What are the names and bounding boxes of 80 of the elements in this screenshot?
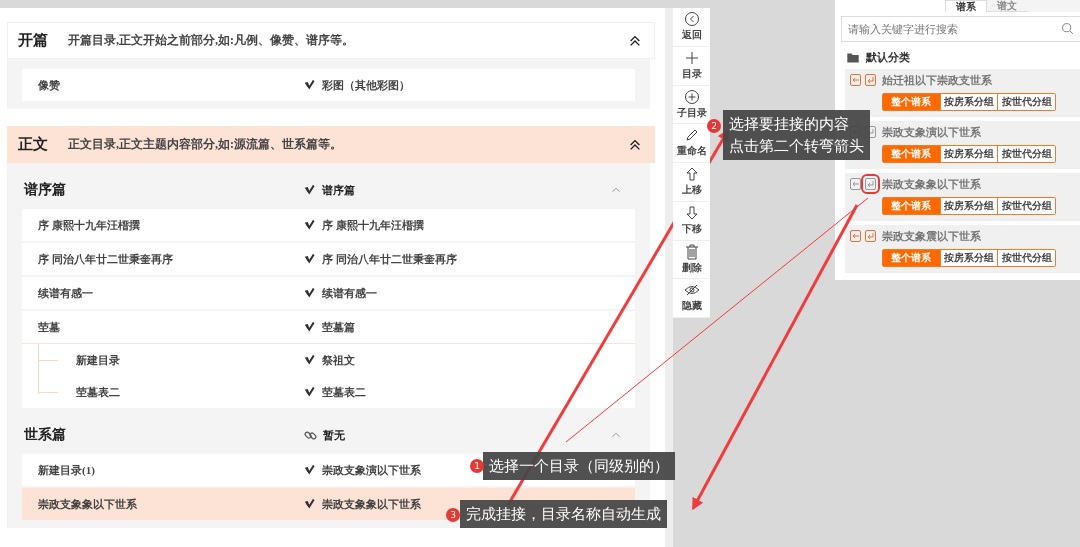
section-title: 开篇 xyxy=(18,31,49,50)
search-icon xyxy=(1061,22,1074,35)
mode-tab[interactable]: 按世代分组 xyxy=(997,250,1055,266)
tree-title: 崇政支象象以下世系 xyxy=(882,177,982,192)
mode-tab[interactable]: 按世代分组 xyxy=(997,146,1055,162)
tick-icon xyxy=(304,79,316,91)
tick-icon xyxy=(304,464,316,476)
section-header[interactable]: 开篇 开篇目录,正文开始之前部分,如:凡例、像赞、谱序等。 xyxy=(7,22,655,59)
tick-icon xyxy=(304,184,316,196)
linked-title: 茔墓表二 xyxy=(322,384,366,400)
tick-icon xyxy=(304,321,316,333)
return-arrow-icon xyxy=(866,179,875,189)
step-badge-tooltip: 2 xyxy=(707,119,721,133)
linked-title: 谱序篇 xyxy=(322,182,355,198)
tree-row[interactable]: 像赞 彩图（其他彩图） xyxy=(22,69,635,101)
tree-title: 崇政支象震以下世系 xyxy=(882,229,982,244)
row-title: 茔墓表二 xyxy=(76,384,121,400)
tick-icon xyxy=(304,386,316,398)
section-description: 开篇目录,正文开始之前部分,如:凡例、像赞、谱序等。 xyxy=(68,32,355,49)
return-arrow-icon xyxy=(866,75,875,85)
folder-icon xyxy=(846,51,860,64)
tick-icon xyxy=(304,498,316,510)
mode-tab[interactable]: 按世代分组 xyxy=(997,94,1055,110)
row-title: 像赞 xyxy=(38,77,61,93)
tree-row[interactable]: 序 康熙十九年汪榗撰 序 康熙十九年汪榗撰 xyxy=(22,209,635,241)
mode-tab[interactable]: 按房系分组 xyxy=(939,250,998,266)
tree-row[interactable]: 序 同治八年廿二世秉奎再序 序 同治八年廿二世秉奎再序 xyxy=(22,243,635,275)
pencil-icon xyxy=(683,127,700,144)
tree-title: 始迁祖以下崇政支世系 xyxy=(882,73,993,88)
return-arrow-button[interactable] xyxy=(865,74,876,86)
linked-title: 祭祖文 xyxy=(322,352,355,368)
tab[interactable]: 谱系 xyxy=(945,0,987,12)
tick-icon xyxy=(304,287,316,299)
category-title: 默认分类 xyxy=(866,50,910,65)
add-circle-icon xyxy=(683,88,700,105)
group-title: 谱序篇 xyxy=(24,181,67,199)
tick-icon xyxy=(304,253,316,265)
linked-title: 茔墓篇 xyxy=(322,319,355,335)
arrow-left-button[interactable] xyxy=(850,74,861,86)
row-title: 茔墓 xyxy=(38,319,61,335)
tick-icon xyxy=(304,219,316,231)
return-arrow-button[interactable] xyxy=(865,230,876,242)
tree-row[interactable]: 茔墓 茔墓篇 xyxy=(22,311,635,343)
left-arrow-icon xyxy=(851,179,860,189)
row-title: 序 康熙十九年汪榗撰 xyxy=(38,217,141,233)
row-title: 崇政支象象以下世系 xyxy=(38,496,138,512)
tree-row[interactable]: 续谱有感一 续谱有感一 xyxy=(22,277,635,309)
trash-icon xyxy=(683,243,700,260)
return-arrow-icon xyxy=(866,231,875,241)
arrow-left-button[interactable] xyxy=(850,178,861,190)
row-title: 新建目录(1) xyxy=(38,462,96,478)
tooltip-text: 点击第二个转弯箭头 xyxy=(729,136,864,157)
tree-title: 崇政支象演以下世系 xyxy=(882,125,982,140)
back-icon xyxy=(683,11,700,27)
scrollbar[interactable] xyxy=(665,8,673,547)
tooltip-text: 选择要挂接的内容 xyxy=(729,114,850,135)
linked-title: 崇政支象象以下世系 xyxy=(322,496,421,512)
section-header[interactable]: 正文 正文目录,正文主题内容部分,如:源流篇、世系篇等。 xyxy=(7,126,655,163)
row-title: 新建目录 xyxy=(76,352,121,368)
section-title: 正文 xyxy=(18,135,49,154)
left-arrow-icon xyxy=(851,75,860,85)
left-arrow-icon xyxy=(851,231,860,241)
linked-title: 续谱有感一 xyxy=(322,285,377,301)
linked-title: 序 同治八年廿二世秉奎再序 xyxy=(322,251,457,267)
tick-icon xyxy=(304,354,316,366)
mode-tab[interactable]: 按世代分组 xyxy=(997,198,1055,214)
mode-tab[interactable]: 按房系分组 xyxy=(939,94,998,110)
section-description: 正文目录,正文主题内容部分,如:源流篇、世系篇等。 xyxy=(68,136,343,153)
group-title: 世系篇 xyxy=(24,426,67,444)
plus-icon xyxy=(683,49,700,66)
mode-tab[interactable]: 按房系分组 xyxy=(939,146,998,162)
mode-tab[interactable]: 按房系分组 xyxy=(939,198,998,214)
search-field[interactable]: 请输入关键字进行搜索 xyxy=(841,16,1080,42)
linked-title: 彩图（其他彩图） xyxy=(322,77,410,93)
arrow-left-button[interactable] xyxy=(850,230,861,242)
row-title: 序 同治八年廿二世秉奎再序 xyxy=(38,251,174,267)
row-title: 续谱有感一 xyxy=(38,285,94,301)
linked-title: 序 康熙十九年汪榗撰 xyxy=(322,217,424,233)
linked-title: 暂无 xyxy=(323,427,345,443)
linked-title: 崇政支象演以下世系 xyxy=(322,462,421,478)
